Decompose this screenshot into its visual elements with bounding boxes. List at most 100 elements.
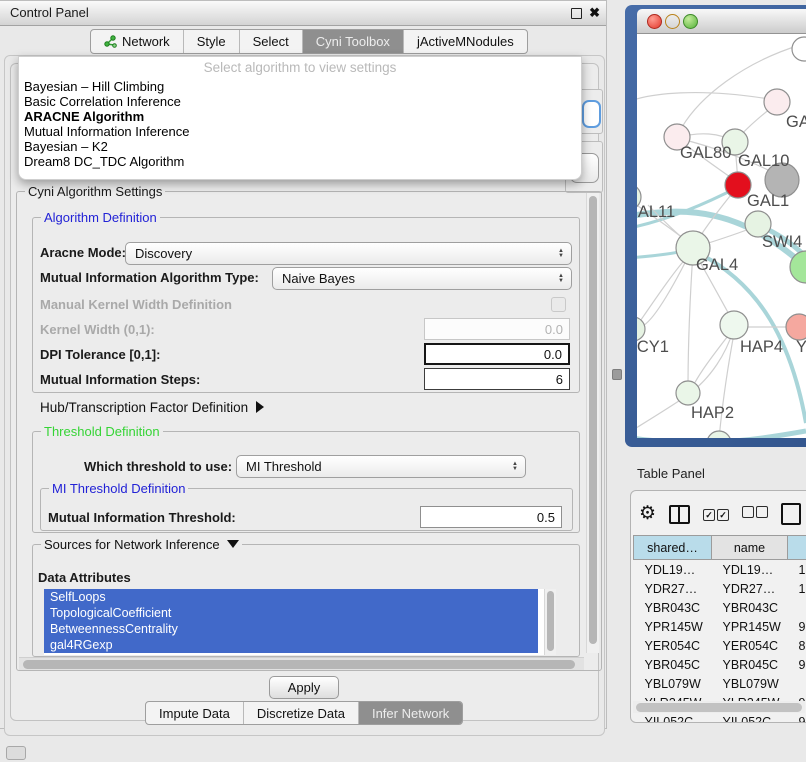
attribute-list-item[interactable]: BetweennessCentrality [44,621,538,637]
algorithm-combo-fragment[interactable] [582,100,601,128]
tab-network[interactable]: Network [91,30,184,53]
tab-infer-network[interactable]: Infer Network [359,702,462,724]
mi-threshold-field[interactable] [420,506,562,528]
table-row[interactable]: YDL19…YDL19…13 [634,560,806,580]
network-canvas[interactable]: GALGAL80GAL10GAL1GAL11SWI4GAL4GCY1HAP4YH… [637,34,806,438]
which-threshold-label: Which threshold to use: [84,459,232,474]
table-cell: YPR145W [634,617,712,636]
tab-select[interactable]: Select [240,30,303,53]
attribute-list-item[interactable]: TopologicalCoefficient [44,605,538,621]
algorithm-option[interactable]: Mutual Information Inference [24,124,576,139]
algorithm-option[interactable]: Bayesian – Hill Climbing [24,79,576,94]
export-table-icon[interactable] [781,503,801,525]
dpi-tolerance-field[interactable] [424,343,570,365]
column-header[interactable]: shared… [634,536,712,560]
mi-type-combobox[interactable]: Naive Bayes ▲▼ [272,267,572,290]
algorithm-option[interactable]: Dream8 DC_TDC Algorithm [24,154,576,169]
node-cut-top[interactable] [792,37,806,61]
mi-steps-field[interactable] [424,368,570,390]
table-row[interactable]: YDR27…YDR27…12 [634,579,806,598]
network-edge[interactable] [688,252,693,389]
close-traffic-light-icon[interactable] [647,14,662,29]
data-attributes-list: SelfLoopsTopologicalCoefficientBetweenne… [44,589,556,655]
hub-definition-label: Hub/Transcription Factor Definition [40,400,248,415]
mi-threshold-definition-title: MI Threshold Definition [49,481,188,496]
node-hap2[interactable] [676,381,700,405]
table-cell: 9. [788,617,806,636]
node-label: GAL11 [637,203,675,221]
table-cell: YBL079W [712,674,788,693]
table-row[interactable]: YBR045CYBR045C9. [634,655,806,674]
hub-definition-toggle[interactable]: Hub/Transcription Factor Definition [40,400,264,415]
deselect-all-columns-icon[interactable] [742,505,768,523]
network-edge[interactable] [637,255,689,330]
table-body: YDL19…YDL19…13YDR27…YDR27…12YBR043CYBR04… [634,560,806,724]
table-horizontal-scrollbar[interactable] [633,701,805,713]
kernel-width-field[interactable] [424,318,570,340]
network-edge[interactable] [694,251,806,423]
manual-kernel-checkbox[interactable] [551,297,566,312]
attributes-scrollbar[interactable] [544,589,556,655]
table-cell [788,598,806,617]
attribute-list-item[interactable]: SelfLoops [44,589,538,605]
table-cell: YIL052C [712,712,788,723]
tab-impute-data[interactable]: Impute Data [146,702,244,724]
table-cell [788,674,806,693]
column-header[interactable]: name [712,536,788,560]
table-header-row[interactable]: shared…nameA [634,536,806,560]
network-view-window[interactable]: GALGAL80GAL10GAL1GAL11SWI4GAL4GCY1HAP4YH… [625,5,806,447]
float-window-icon[interactable] [571,8,582,19]
table-cell: 8. [788,636,806,655]
network-window-titlebar[interactable] [637,9,806,34]
table-cell: YDL19… [712,560,788,580]
tab-label: Impute Data [159,706,230,721]
close-icon[interactable]: ✖ [589,5,600,21]
table-row[interactable]: YER054CYER054C8. [634,636,806,655]
tab-cyni-toolbox[interactable]: Cyni Toolbox [303,30,404,53]
minimize-traffic-light-icon[interactable] [665,14,680,29]
control-panel-title: Control Panel [10,5,89,20]
aracne-mode-combobox[interactable]: Discovery ▲▼ [125,242,572,265]
tab-style[interactable]: Style [184,30,240,53]
table-cell: YDL19… [634,560,712,580]
apply-button[interactable]: Apply [269,676,339,699]
table-row[interactable]: YPR145WYPR145W9. [634,617,806,636]
node-label: HAP2 [691,404,734,422]
column-view-icon[interactable] [669,505,690,524]
algorithm-option[interactable]: ARACNE Algorithm [24,109,576,124]
table-row[interactable]: YBL079WYBL079W [634,674,806,693]
settings-vertical-scrollbar[interactable] [586,193,599,653]
which-threshold-combobox[interactable]: MI Threshold ▲▼ [236,455,526,478]
tab-label: Discretize Data [257,706,345,721]
algorithm-option[interactable]: Basic Correlation Inference [24,94,576,109]
zoom-traffic-light-icon[interactable] [683,14,698,29]
status-widget-icon[interactable] [6,746,26,760]
panel-splitter-handle[interactable] [612,369,622,380]
algorithm-option[interactable]: Bayesian – K2 [24,139,576,154]
table-row[interactable]: YBR043CYBR043C [634,598,806,617]
node-cut-bottom[interactable] [707,431,731,438]
sources-title[interactable]: Sources for Network Inference [41,537,242,552]
apply-button-label: Apply [288,680,321,695]
expanded-arrow-icon [227,540,239,548]
tab-label: Style [197,34,226,49]
table-cell: YPR145W [712,617,788,636]
settings-horizontal-scrollbar[interactable] [19,657,584,670]
node-label: GCY1 [637,338,669,356]
node-gal-top[interactable] [764,89,790,115]
data-attributes-label: Data Attributes [38,570,131,585]
node-label: GAL4 [696,256,738,274]
attribute-list-item[interactable]: gal4RGexp [44,637,538,653]
node-hap4[interactable] [720,311,748,339]
tab-discretize-data[interactable]: Discretize Data [244,702,359,724]
node-salmon[interactable] [786,314,806,340]
network-edge[interactable] [682,45,800,127]
tab-jactivemnodules[interactable]: jActiveMNodules [404,30,527,53]
table-row[interactable]: YIL052CYIL052C9 [634,712,806,723]
algorithm-definition-title: Algorithm Definition [41,210,160,225]
algorithm-dropdown-prompt: Select algorithm to view settings [19,60,581,75]
column-header[interactable]: A [788,536,806,560]
gear-icon[interactable]: ⚙ [639,504,656,524]
threshold-definition-title: Threshold Definition [41,424,163,439]
select-all-columns-icon[interactable]: ✓✓ [703,505,729,523]
